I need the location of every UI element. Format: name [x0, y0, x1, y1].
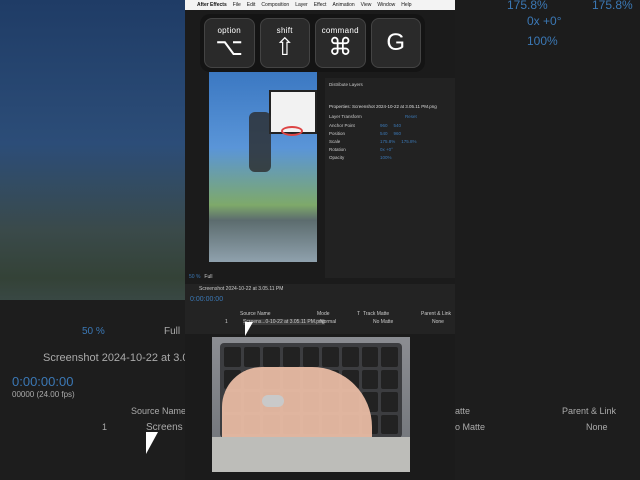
prop-row-opacity: Opacity 100%	[329, 155, 392, 160]
menu-composition[interactable]: Composition	[261, 2, 289, 8]
col-source-name: Source Name	[240, 311, 271, 317]
zoom-level[interactable]: 50 %	[189, 274, 200, 280]
bg-parent-header: Parent & Link	[562, 406, 617, 416]
keyboard-camera-overlay	[212, 337, 410, 472]
g-key: G	[370, 18, 421, 68]
timeline-panel: Screenshot 2024-10-22 at 3.05.11 PM 0:00…	[185, 284, 455, 336]
properties-title: Properties: Screenshot 2024-10-22 at 3.0…	[329, 104, 437, 109]
command-key: command ⌘	[315, 18, 366, 68]
reset-link[interactable]: Reset	[405, 114, 417, 119]
bg-parent-none: None	[586, 422, 608, 432]
resolution-select[interactable]: Full	[204, 274, 212, 280]
menu-app-name[interactable]: After Effects	[197, 2, 227, 8]
menu-edit[interactable]: Edit	[247, 2, 256, 8]
menu-layer[interactable]: Layer	[295, 2, 308, 8]
layer-name[interactable]: Screens...0-10-22 at 3.05.11 PM.png	[243, 319, 325, 325]
col-track-matte: Track Matte	[363, 311, 390, 317]
mouse-cursor	[245, 322, 253, 336]
layer-number: 1	[225, 319, 228, 325]
viewer-controls: 50 % Full	[185, 272, 327, 282]
bg-fps: 00000 (24.00 fps)	[12, 390, 75, 399]
col-mode: Mode	[317, 311, 330, 317]
bg-source-name: Source Name	[131, 406, 187, 416]
layer-parent[interactable]: None	[432, 319, 444, 325]
prop-row-scale: Scale 175.8% 175.8%	[329, 139, 417, 144]
bg-scale-value: 175.8%	[507, 0, 548, 12]
hoop-rim	[281, 126, 303, 136]
bg-tab-title: Screenshot 2024-10-22 at 3.05	[43, 352, 195, 364]
bg-matte: o Matte	[455, 422, 486, 432]
bg-scale-value-2: 175.8%	[592, 0, 633, 12]
bg-timecode: 0:00:00:00	[12, 374, 74, 389]
ring	[262, 395, 284, 407]
desk-surface	[212, 437, 410, 472]
menu-animation[interactable]: Animation	[332, 2, 354, 8]
timeline-tab[interactable]: Screenshot 2024-10-22 at 3.05.11 PM	[199, 286, 283, 292]
option-key: option ⌥	[204, 18, 255, 68]
bg-opacity-value: 100%	[527, 34, 558, 48]
composition-viewer[interactable]	[209, 72, 317, 262]
properties-panel: Distribute Layers Properties: Screenshot…	[325, 78, 455, 278]
col-t: T	[357, 311, 361, 317]
after-effects-window: After Effects File Edit Composition Laye…	[185, 0, 455, 480]
bg-zoom: 50 %	[82, 326, 105, 337]
menu-window[interactable]: Window	[377, 2, 395, 8]
layer-matte[interactable]: No Matte	[373, 319, 393, 325]
bg-full: Full	[164, 326, 181, 337]
col-parent: Parent & Link	[421, 311, 452, 317]
shift-key: shift ⇧	[259, 18, 310, 68]
menu-effect[interactable]: Effect	[314, 2, 327, 8]
menu-bar: After Effects File Edit Composition Laye…	[185, 0, 455, 10]
menu-view[interactable]: View	[361, 2, 372, 8]
bg-layer-num: 1	[102, 422, 108, 432]
bg-rotation-value: 0x +0°	[527, 14, 562, 28]
prop-row-position: Position 540 960	[329, 131, 402, 136]
layer-mode[interactable]: Normal	[320, 319, 336, 325]
prop-row-rotation: Rotation 0x +0°	[329, 147, 393, 152]
timeline-timecode[interactable]: 0:00:00:00	[190, 296, 223, 303]
layer-transform-label: Layer Transform	[329, 114, 362, 119]
bg-matte-header: atte	[455, 406, 471, 416]
distribute-layers-label: Distribute Layers	[329, 82, 363, 87]
menu-help[interactable]: Help	[401, 2, 411, 8]
prop-row-anchor: Anchor Point 960 540	[329, 123, 402, 128]
keystroke-overlay: option ⌥ shift ⇧ command ⌘ G	[200, 14, 425, 72]
menu-file[interactable]: File	[233, 2, 241, 8]
bg-mouse-cursor	[146, 432, 158, 454]
player-figure	[249, 112, 271, 172]
